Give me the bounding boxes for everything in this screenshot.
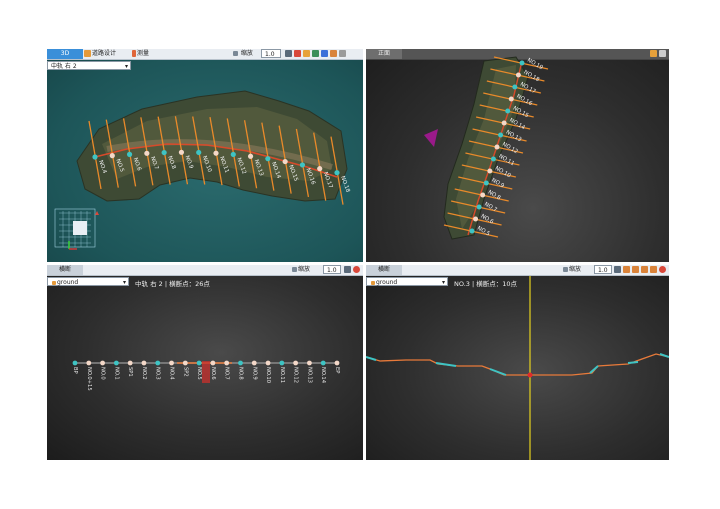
station-point[interactable] [178,149,185,155]
profile-station-label: NO.0+15 [86,367,92,391]
profile-station-point[interactable] [169,360,174,366]
station-point[interactable] [473,216,479,222]
profile-station-point[interactable] [293,360,299,366]
station-point[interactable] [230,151,236,158]
profile-station-label: NO.3 [155,367,161,380]
station-point[interactable] [334,170,340,176]
station-point[interactable] [487,168,493,174]
profile-station-label: NO.11 [279,367,285,383]
nav-cube[interactable] [54,208,99,250]
station-label: NO.5 [476,226,491,238]
profile-station-point[interactable] [279,360,285,366]
view-profile-pane[interactable]: 横断 缩放 1.0 ground ▾ 中轨 右 2 | 横断点：26点 BP NO.… [47,265,363,460]
profile-station-point[interactable] [210,360,216,366]
profile-station-point[interactable] [141,360,147,366]
profile-station-label: NO.9 [251,367,257,380]
profile-station-label: NO.5 [196,367,202,380]
station-point[interactable] [508,96,514,102]
profile-station-point[interactable] [265,360,271,366]
profile-station-point[interactable] [334,360,340,366]
profile-station-label: NO.2 [141,367,147,380]
station-point[interactable] [144,150,150,156]
station-label: NO.7 [483,202,498,214]
profile-station-label: NO.1 [113,367,119,380]
camera-marker-icon [424,129,438,147]
profile-station-point[interactable] [182,360,188,366]
station-point[interactable] [161,149,167,156]
profile-station-label: SP1 [127,367,133,377]
profile-cursor[interactable] [202,361,210,383]
profile-station-label: SP2 [182,367,188,377]
profile-station-label: BP [72,367,78,374]
station-point[interactable] [519,60,525,66]
station-label: NO.9 [490,178,505,190]
profile-station-label: NO.13 [306,367,312,383]
profile-station-point[interactable] [251,360,257,366]
profile-station-label: NO.7 [224,367,230,380]
profile-station-point[interactable] [224,360,230,366]
profile-station-point[interactable] [196,360,202,366]
station-point[interactable] [317,166,323,172]
view-3d-pane[interactable]: 3D 道路设计 测量 缩放 1.0 中轨 右 2 ▾ NO.4 NO.5 NO.6 NO… [47,49,363,262]
point-cloud-3d[interactable]: NO.4 NO.5 NO.6 NO.7 NO.8 NO.9 NO.10 NO.11 NO.12 N… [47,49,363,262]
station-label: NO.8 [487,190,502,202]
profile-station-label: NO.4 [169,367,175,380]
view-front-pane[interactable]: 正面 NO.19 NO.18 NO.17 NO.16 NO.15 NO.14 NO.13 NO… [366,49,669,262]
profile-station-point[interactable] [100,360,105,366]
profile-station-label: NO.10 [265,367,271,383]
station-point[interactable] [490,156,496,162]
profile-station-point[interactable] [238,360,243,366]
profile-station-label: NO.0 [100,367,106,380]
station-point[interactable] [247,153,254,159]
profile-station-point[interactable] [127,360,133,366]
point-cloud-front[interactable]: NO.19NO.18NO.17NO.16NO.15NO.14NO.13NO.12… [366,49,669,262]
station-point[interactable] [483,180,489,186]
profile-station-point[interactable] [113,360,119,366]
station-point[interactable] [126,151,133,157]
profile-station-label: NO.12 [293,367,299,383]
section-center-point[interactable] [527,372,533,378]
station-point[interactable] [213,150,219,156]
profile-station-point[interactable] [86,360,92,366]
profile-station-point[interactable] [72,360,78,366]
station-point[interactable] [265,156,271,162]
station-point[interactable] [505,108,511,114]
profile-station-point[interactable] [320,360,326,366]
profile-station-label: EP [334,367,340,373]
station-point[interactable] [480,192,486,198]
station-point[interactable] [282,158,288,165]
ground-line [366,353,669,376]
profile-station-label: NO.8 [237,367,243,380]
station-point[interactable] [299,162,306,168]
profile-station-label: NO.14 [320,367,326,384]
station-point[interactable] [501,120,507,126]
profile-station-point[interactable] [155,360,161,366]
station-point[interactable] [515,72,521,78]
station-point[interactable] [109,153,115,159]
station-point[interactable] [92,154,98,160]
view-section-pane[interactable]: 横断 缩放 1.0 ground ▾ NO.3 | 横断点：10点 [366,265,669,460]
station-point[interactable] [476,204,482,210]
section-plot[interactable] [366,265,669,460]
station-point[interactable] [196,149,202,156]
station-point[interactable] [494,144,500,150]
station-point[interactable] [512,84,518,90]
station-point[interactable] [498,132,504,138]
station-point[interactable] [469,228,475,234]
station-label: NO.6 [480,214,495,226]
profile-station-point[interactable] [307,360,312,366]
profile-station-label: NO.6 [210,367,216,380]
profile-plot[interactable]: BP NO.0+15 NO.0 NO.1 SP1 NO.2 NO.3 NO.4 SP2 NO.5 N… [47,265,363,460]
